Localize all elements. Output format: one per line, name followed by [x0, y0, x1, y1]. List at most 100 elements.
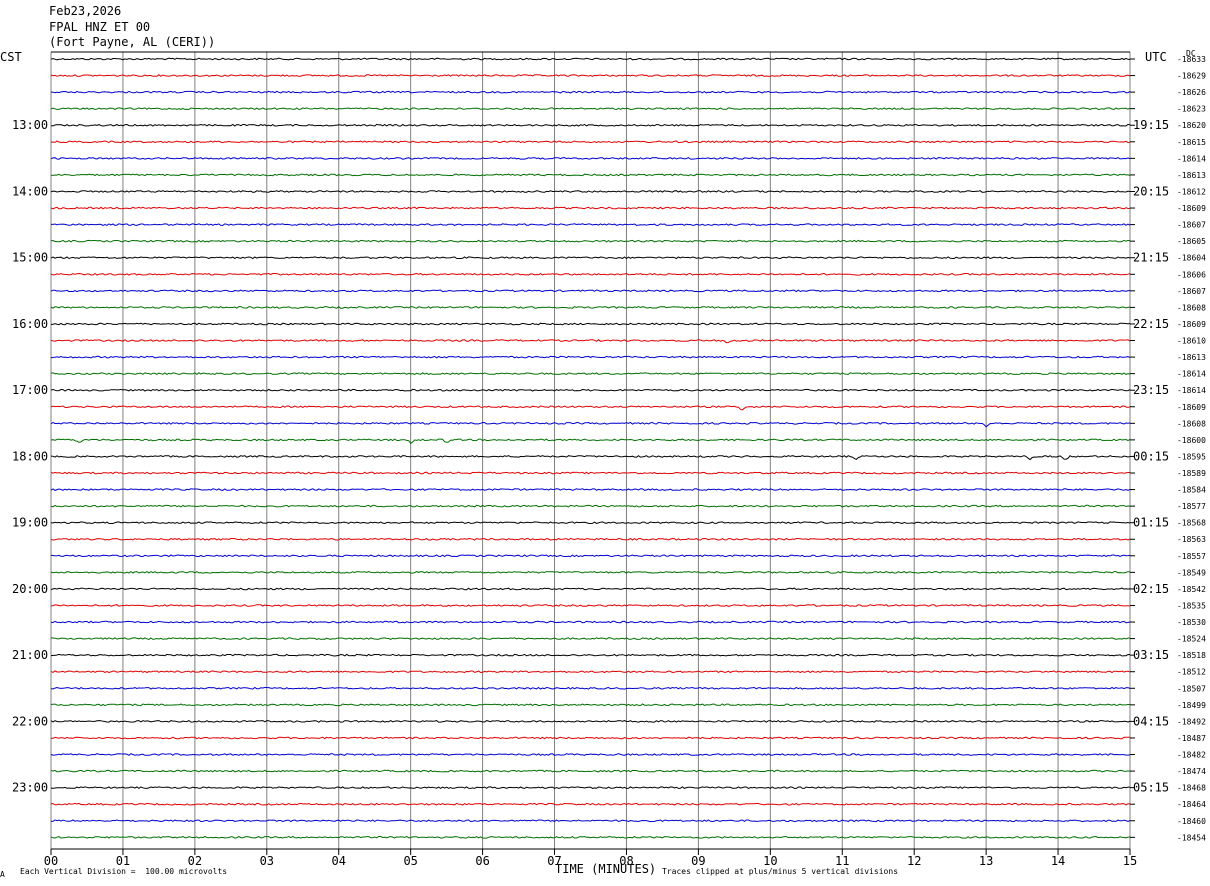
dc-offset-label: -18629: [1177, 72, 1206, 81]
right-hour-label: 20:15: [1133, 184, 1169, 198]
seismic-trace: [50, 289, 1130, 293]
dc-offset-label: -18609: [1177, 320, 1206, 329]
seismic-trace: [50, 421, 1131, 428]
dc-offset-label: -18487: [1177, 734, 1206, 743]
seismic-trace: [50, 355, 1131, 359]
dc-offset-label: -18607: [1177, 287, 1206, 296]
seismic-trace: [51, 223, 1131, 226]
dc-offset-label: -18460: [1177, 817, 1206, 826]
seismic-trace: [50, 620, 1131, 624]
scale-note: Each Vertical Division = 100.00 microvol…: [20, 867, 228, 876]
corner-mark: A: [0, 870, 5, 879]
dc-offset-label: -18608: [1177, 419, 1206, 428]
x-tick-label: 11: [835, 854, 849, 868]
dc-offset-label: -18499: [1177, 701, 1206, 710]
seismic-trace: [50, 637, 1131, 640]
seismic-trace: [50, 272, 1131, 276]
seismic-trace: [50, 587, 1131, 591]
dc-offset-label: -18614: [1177, 370, 1206, 379]
dc-offset-label: -18568: [1177, 519, 1206, 528]
left-hour-label: 18:00: [12, 449, 48, 463]
right-hour-label: 05:15: [1133, 781, 1169, 795]
left-hour-label: 13:00: [12, 118, 48, 132]
dc-offset-label: -18542: [1177, 585, 1206, 594]
right-hour-label: 03:15: [1133, 648, 1169, 662]
dc-offset-label: -18623: [1177, 105, 1206, 114]
seismic-trace: [50, 554, 1131, 558]
dc-offset-label: -18595: [1177, 452, 1206, 461]
dc-offset-label: -18615: [1177, 138, 1206, 147]
dc-offset-label: -18604: [1177, 254, 1206, 263]
right-hour-label: 00:15: [1133, 449, 1169, 463]
left-hour-label: 16:00: [12, 317, 48, 331]
left-hour-label: 20:00: [12, 582, 48, 596]
dc-offset-label: -18608: [1177, 303, 1206, 312]
seismic-trace: [50, 835, 1131, 839]
seismic-trace: [50, 57, 1131, 61]
dc-offset-label: -18610: [1177, 337, 1206, 346]
x-tick-label: 09: [691, 854, 705, 868]
dc-offset-label: -18549: [1177, 568, 1206, 577]
seismic-trace: [50, 140, 1131, 144]
left-hour-label: 19:00: [12, 516, 48, 530]
dc-offset-label: -18609: [1177, 204, 1206, 213]
clip-note: Traces clipped at plus/minus 5 vertical …: [662, 867, 899, 876]
dc-offset-label: -18468: [1177, 784, 1206, 793]
seismic-trace: [50, 570, 1131, 574]
right-hour-label: 21:15: [1133, 251, 1169, 265]
seismic-trace: [50, 703, 1130, 707]
x-tick-label: 00: [44, 854, 58, 868]
seismic-trace: [50, 123, 1131, 127]
seismic-trace: [50, 753, 1131, 756]
seismic-trace: [50, 802, 1131, 806]
seismic-trace: [50, 504, 1131, 508]
dc-offset-label: -18530: [1177, 618, 1206, 627]
seismic-trace: [50, 206, 1131, 210]
seismic-trace: [50, 339, 1131, 344]
left-hour-label: 17:00: [12, 383, 48, 397]
right-hour-label: 23:15: [1133, 383, 1169, 397]
dc-offset-label: -18606: [1177, 270, 1206, 279]
dc-offset-label: -18474: [1177, 767, 1206, 776]
dc-offset-label: -18584: [1177, 486, 1206, 495]
seismic-trace: [50, 173, 1131, 177]
seismic-trace: [50, 190, 1131, 193]
dc-offset-label: -18614: [1177, 154, 1206, 163]
right-hour-label: 02:15: [1133, 582, 1169, 596]
dc-offset-label: -18633: [1177, 55, 1206, 64]
left-hour-label: 22:00: [12, 714, 48, 728]
x-tick-label: 14: [1051, 854, 1065, 868]
seismic-trace: [50, 537, 1131, 541]
seismic-trace: [50, 769, 1131, 773]
seismic-trace: [50, 736, 1130, 740]
dc-offset-label: -18626: [1177, 88, 1206, 97]
seismic-trace: [50, 604, 1131, 607]
left-hour-label: 21:00: [12, 648, 48, 662]
label-layer: 00 01 02 03 04 05 06 07 08 09 10 11 12 13 14 15-18633-1…: [12, 55, 1206, 868]
dc-offset-label: -18600: [1177, 436, 1206, 445]
x-tick-label: 06: [475, 854, 489, 868]
dc-offset-label: -18589: [1177, 469, 1206, 478]
left-hour-label: 14:00: [12, 184, 48, 198]
x-tick-label: 05: [403, 854, 417, 868]
dc-offset-label: -18577: [1177, 502, 1206, 511]
trace-layer: [50, 57, 1131, 839]
seismic-trace: [50, 372, 1131, 376]
dc-offset-label: -18609: [1177, 403, 1206, 412]
seismic-trace: [50, 239, 1131, 243]
grid-layer: [50, 51, 1131, 850]
seismic-trace: [50, 90, 1131, 94]
dc-offset-label: -18607: [1177, 221, 1206, 230]
dc-offset-label: -18613: [1177, 353, 1206, 362]
dc-offset-label: -18614: [1177, 386, 1206, 395]
dc-offset-label: -18563: [1177, 535, 1206, 544]
dc-offset-label: -18518: [1177, 651, 1206, 660]
seismic-trace: [50, 388, 1131, 392]
seismic-trace: [50, 322, 1131, 326]
seismic-trace: [50, 107, 1131, 111]
x-axis-label: TIME (MINUTES): [555, 862, 657, 876]
helicorder-plot: 00 01 02 03 04 05 06 07 08 09 10 11 12 13 14 15-18633-1…: [12, 51, 1206, 868]
x-tick-label: 04: [332, 854, 346, 868]
seismic-trace: [50, 670, 1131, 674]
seismic-trace: [50, 488, 1131, 491]
